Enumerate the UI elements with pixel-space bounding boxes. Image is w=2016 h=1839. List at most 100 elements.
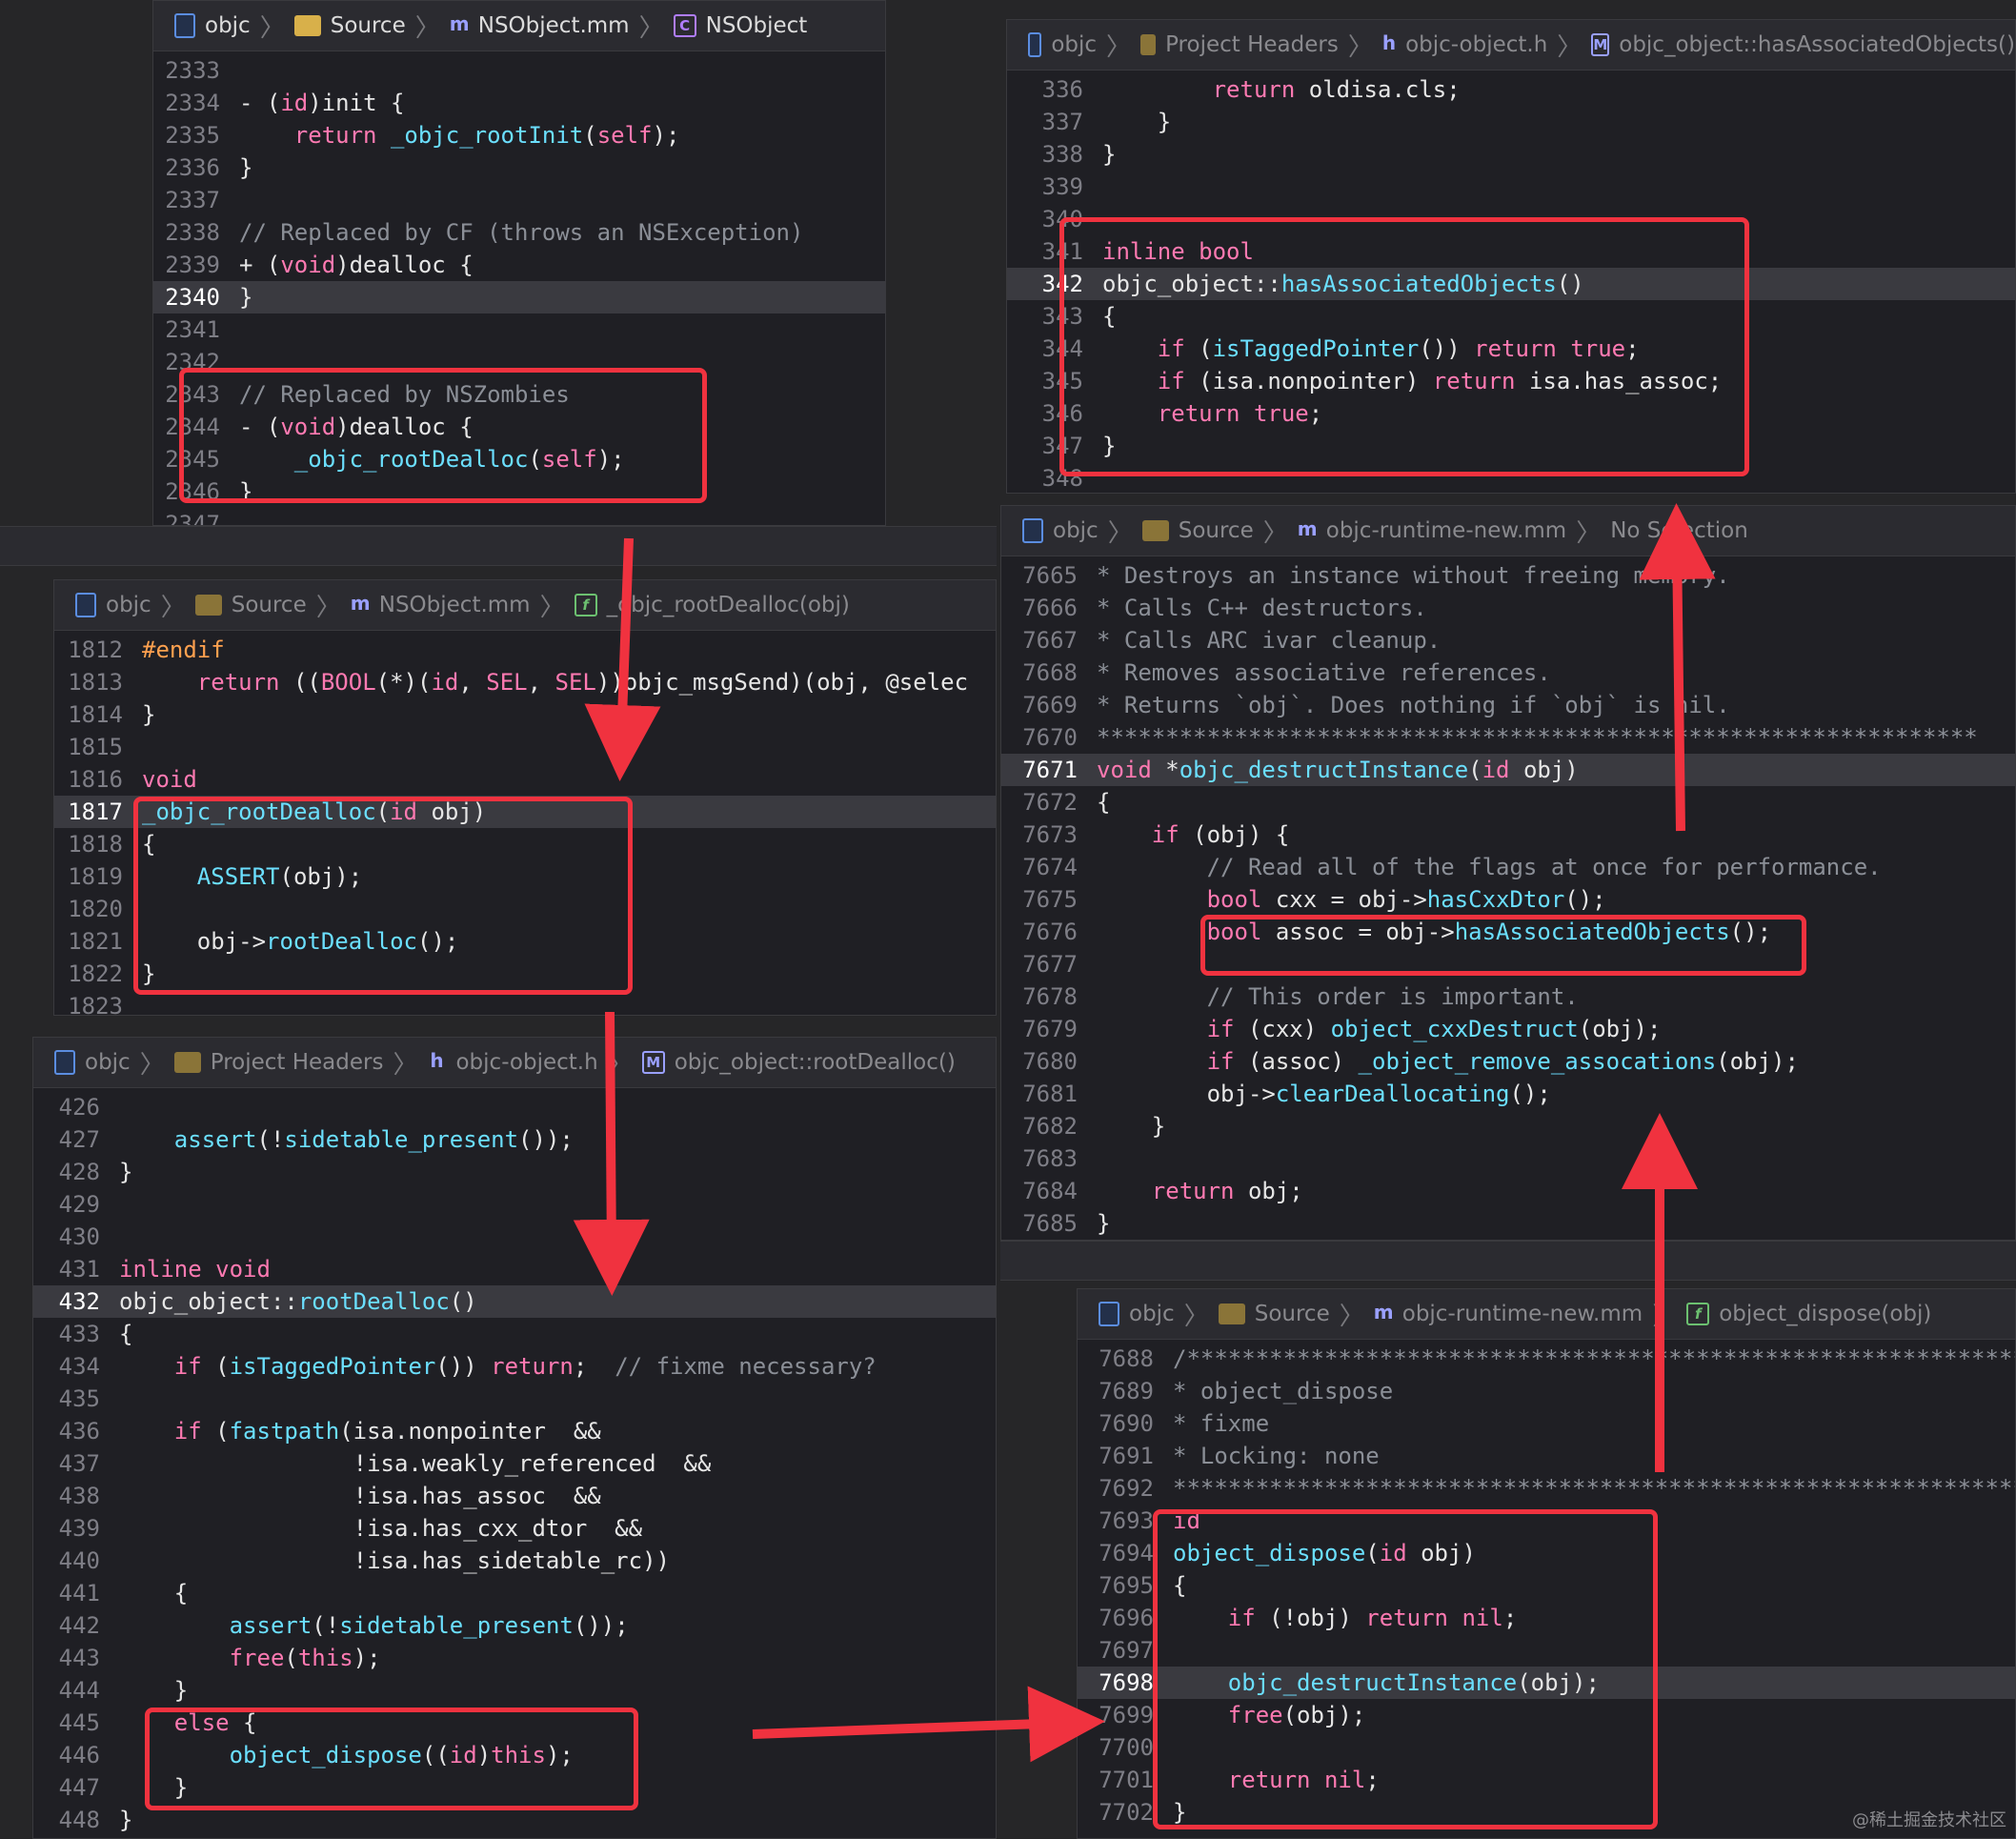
code-line[interactable]: 444 } — [33, 1674, 996, 1707]
code-line[interactable]: 7700 — [1078, 1731, 2015, 1764]
debug-toolbar[interactable] — [0, 526, 997, 566]
code-line[interactable]: 7683 — [1001, 1142, 2015, 1175]
code-line[interactable]: 448} — [33, 1804, 996, 1836]
breadcrumb-item[interactable]: Project Headers — [1165, 32, 1339, 57]
code-line[interactable]: 7692 ************************************… — [1078, 1472, 2015, 1505]
code-line[interactable]: 7691 * Locking: none — [1078, 1440, 2015, 1472]
code-line[interactable]: 7696 if (!obj) return nil; — [1078, 1602, 2015, 1634]
code-line[interactable]: 443 free(this); — [33, 1642, 996, 1674]
code-line[interactable]: 7695 { — [1078, 1569, 2015, 1602]
breadcrumb-item[interactable]: objc-object.h — [1405, 32, 1547, 57]
breadcrumb-item[interactable]: objc — [1051, 32, 1097, 57]
code-line[interactable]: 7671 void *objc_destructInstance(id obj) — [1001, 754, 2015, 786]
code-line[interactable]: 435 — [33, 1383, 996, 1415]
breadcrumb-item[interactable]: objc — [85, 1050, 131, 1075]
code-line[interactable]: 2340} — [153, 281, 885, 313]
code-line[interactable]: 2343 // Replaced by NSZombies — [153, 378, 885, 411]
code-line[interactable]: 7672 { — [1001, 786, 2015, 818]
code-line[interactable]: 1816 void — [54, 763, 996, 796]
code-editor[interactable]: 426 427 assert(!sidetable_present()); 428}… — [33, 1091, 996, 1836]
code-line[interactable]: 7675 bool cxx = obj->hasCxxDtor(); — [1001, 883, 2015, 916]
code-line[interactable]: 1821 obj->rootDealloc(); — [54, 925, 996, 958]
breadcrumb-item[interactable]: Project Headers — [211, 1050, 384, 1075]
code-line[interactable]: 1818 { — [54, 828, 996, 860]
code-line[interactable]: 1822} — [54, 958, 996, 990]
breadcrumb-item[interactable]: No Selection — [1610, 518, 1748, 543]
code-line[interactable]: 2336} — [153, 152, 885, 184]
breadcrumb-item[interactable]: objc — [1129, 1302, 1175, 1326]
code-line[interactable]: 429 — [33, 1188, 996, 1221]
code-line[interactable]: 1819 ASSERT(obj); — [54, 860, 996, 893]
code-line[interactable]: 7673 if (obj) { — [1001, 818, 2015, 851]
code-line[interactable]: 343 { — [1007, 300, 2015, 333]
code-line[interactable]: 439 !isa.has_cxx_dtor && — [33, 1512, 996, 1545]
code-line[interactable]: 7677 — [1001, 948, 2015, 980]
debug-toolbar[interactable] — [1000, 1241, 2016, 1281]
code-line[interactable]: 7679 if (cxx) object_cxxDestruct(obj); — [1001, 1013, 2015, 1045]
code-line[interactable]: 1815 — [54, 731, 996, 763]
code-line[interactable]: 7697 — [1078, 1634, 2015, 1667]
code-line[interactable]: 434 if (isTaggedPointer()) return; // fi… — [33, 1350, 996, 1383]
code-line[interactable]: 438 !isa.has_assoc && — [33, 1480, 996, 1512]
code-line[interactable]: 1820 — [54, 893, 996, 925]
code-editor[interactable]: 2333 2334 - (id)init {2335 return _objc_ro… — [153, 54, 885, 525]
code-line[interactable]: 1813 return ((BOOL(*)(id, SEL, SEL))objc… — [54, 666, 996, 698]
breadcrumb-item[interactable]: Source — [1255, 1302, 1330, 1326]
breadcrumb-item[interactable]: objc-runtime-new.mm — [1326, 518, 1566, 543]
code-line[interactable]: 7666 * Calls C++ destructors. — [1001, 592, 2015, 624]
code-line[interactable]: 431 inline void — [33, 1253, 996, 1285]
code-editor[interactable]: 1812 #endif 1813 return ((BOOL(*)(id, SEL,… — [54, 634, 996, 1015]
code-line[interactable]: 339 — [1007, 171, 2015, 203]
code-line[interactable]: 1812 #endif — [54, 634, 996, 666]
code-line[interactable]: 7698 objc_destructInstance(obj); — [1078, 1667, 2015, 1699]
code-line[interactable]: 7689 * object_dispose — [1078, 1375, 2015, 1407]
code-line[interactable]: 346 return true; — [1007, 397, 2015, 430]
code-line[interactable]: 7694 object_dispose(id obj) — [1078, 1537, 2015, 1569]
code-line[interactable]: 7669 * Returns `obj`. Does nothing if `ob… — [1001, 689, 2015, 721]
code-line[interactable]: 2347 — [153, 508, 885, 525]
code-line[interactable]: 447 } — [33, 1771, 996, 1804]
code-line[interactable]: 7690 * fixme — [1078, 1407, 2015, 1440]
code-line[interactable]: 7685} — [1001, 1207, 2015, 1240]
code-line[interactable]: 441 { — [33, 1577, 996, 1609]
code-line[interactable]: 1814} — [54, 698, 996, 731]
code-line[interactable]: 2342 — [153, 346, 885, 378]
code-line[interactable]: 2341 — [153, 313, 885, 346]
code-line[interactable]: 1823 — [54, 990, 996, 1015]
code-line[interactable]: 7688 /***********************************… — [1078, 1343, 2015, 1375]
breadcrumb-item[interactable]: NSObject.mm — [379, 593, 531, 617]
code-line[interactable]: 430 — [33, 1221, 996, 1253]
code-line[interactable]: 7670 ************************************… — [1001, 721, 2015, 754]
breadcrumb-item[interactable]: object_dispose(obj) — [1719, 1302, 1931, 1326]
code-line[interactable]: 7680 if (assoc) _object_remove_assocatio… — [1001, 1045, 2015, 1078]
code-editor[interactable]: 336 return oldisa.cls; 337 } 338} 339 340 341… — [1007, 73, 2015, 493]
breadcrumb-item[interactable]: Source — [232, 593, 307, 617]
breadcrumb-item[interactable]: NSObject — [706, 13, 808, 38]
breadcrumb-item[interactable]: objc-runtime-new.mm — [1402, 1302, 1643, 1326]
breadcrumb-item[interactable]: objc_object::hasAssociatedObjects() — [1619, 32, 2015, 57]
code-line[interactable]: 7668 * Removes associative references. — [1001, 657, 2015, 689]
code-line[interactable]: 7676 bool assoc = obj->hasAssociatedObje… — [1001, 916, 2015, 948]
breadcrumb-item[interactable]: objc-object.h — [455, 1050, 597, 1075]
code-line[interactable]: 2333 — [153, 54, 885, 87]
code-line[interactable]: 7682 } — [1001, 1110, 2015, 1142]
breadcrumb-item[interactable]: Source — [1179, 518, 1254, 543]
code-line[interactable]: 2339 + (void)dealloc { — [153, 249, 885, 281]
code-line[interactable]: 336 return oldisa.cls; — [1007, 73, 2015, 106]
code-line[interactable]: 433 { — [33, 1318, 996, 1350]
code-line[interactable]: 344 if (isTaggedPointer()) return true; — [1007, 333, 2015, 365]
code-line[interactable]: 427 assert(!sidetable_present()); — [33, 1123, 996, 1156]
breadcrumb-item[interactable]: _objc_rootDealloc(obj) — [607, 593, 850, 617]
code-line[interactable]: 2344 - (void)dealloc { — [153, 411, 885, 443]
code-line[interactable]: 440 !isa.has_sidetable_rc)) — [33, 1545, 996, 1577]
code-line[interactable]: 2338 // Replaced by CF (throws an NSExcep… — [153, 216, 885, 249]
code-line[interactable]: 428} — [33, 1156, 996, 1188]
code-line[interactable]: 442 assert(!sidetable_present()); — [33, 1609, 996, 1642]
breadcrumb-item[interactable]: objc_object::rootDealloc() — [675, 1050, 956, 1075]
code-line[interactable]: 1817 _objc_rootDealloc(id obj) — [54, 796, 996, 828]
code-line[interactable]: 348 — [1007, 462, 2015, 493]
code-line[interactable]: 2337 — [153, 184, 885, 216]
code-line[interactable]: 2334 - (id)init { — [153, 87, 885, 119]
code-line[interactable]: 337 } — [1007, 106, 2015, 138]
code-line[interactable]: 7681 obj->clearDeallocating(); — [1001, 1078, 2015, 1110]
